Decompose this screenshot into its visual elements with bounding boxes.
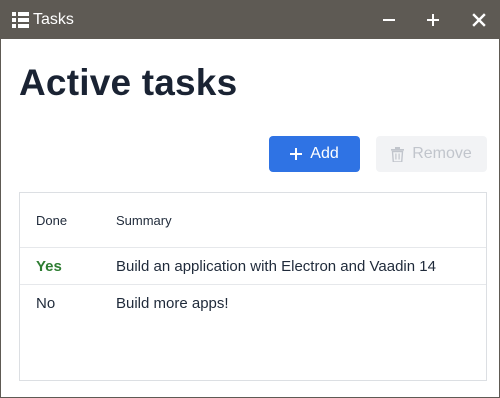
page-title: Active tasks	[19, 62, 238, 103]
done-cell: No	[36, 295, 56, 312]
minimize-button[interactable]	[379, 10, 399, 30]
maximize-icon	[427, 14, 439, 26]
add-button[interactable]: Add	[269, 136, 360, 172]
maximize-button[interactable]	[423, 10, 443, 30]
main-content: Active tasks Add Remove Done Summary Yes…	[1, 39, 499, 397]
window-title: Tasks	[33, 11, 74, 28]
grid-header: Done Summary	[20, 193, 486, 248]
column-header-summary[interactable]: Summary	[116, 213, 172, 229]
title-bar[interactable]: Tasks	[1, 1, 499, 39]
remove-button-label: Remove	[412, 145, 472, 162]
remove-button[interactable]: Remove	[376, 136, 487, 172]
trash-icon	[391, 146, 405, 162]
list-icon	[12, 12, 29, 28]
app-window: Tasks Active tasks Add Remove Done Summa…	[0, 0, 500, 398]
tasks-grid: Done Summary Yes Build an application wi…	[19, 192, 487, 381]
minimize-icon	[383, 19, 395, 21]
close-button[interactable]	[469, 10, 489, 30]
table-row[interactable]: No Build more apps!	[20, 285, 486, 322]
done-cell: Yes	[36, 258, 62, 275]
summary-cell: Build more apps!	[116, 295, 229, 312]
table-row[interactable]: Yes Build an application with Electron a…	[20, 248, 486, 285]
column-header-done[interactable]: Done	[36, 213, 67, 229]
add-button-label: Add	[310, 145, 339, 162]
close-icon	[472, 13, 486, 27]
summary-cell: Build an application with Electron and V…	[116, 258, 436, 275]
plus-icon	[290, 148, 303, 160]
